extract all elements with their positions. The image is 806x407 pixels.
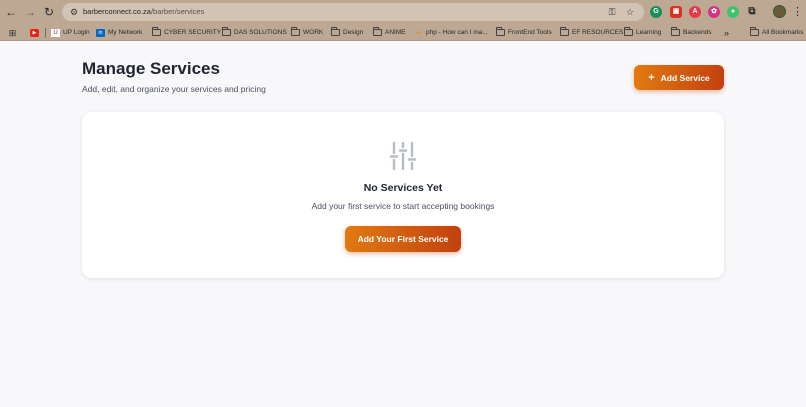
bookmark-youtube[interactable]: ▶	[30, 26, 42, 39]
plus-icon: +	[648, 71, 655, 84]
extension-pink-icon[interactable]: ✿	[708, 6, 720, 18]
folder-icon	[222, 27, 231, 36]
apps-grid-icon[interactable]: ⊞	[8, 26, 20, 39]
services-empty-card	[82, 112, 724, 278]
folder-icon	[496, 27, 505, 36]
bookmark-backends[interactable]: Backends	[671, 26, 712, 39]
bookmark-php-stackoverflow[interactable]: ≡ php - How can I ma...	[414, 26, 488, 39]
bookmark-learning[interactable]: Learning	[624, 26, 661, 39]
page-subtitle: Add, edit, and organize your services an…	[82, 84, 266, 94]
empty-state-message: Add your first service to start acceptin…	[311, 201, 495, 211]
extension-red-icon[interactable]: ▣	[670, 6, 682, 18]
up-icon: U	[51, 28, 60, 37]
extension-abp-icon[interactable]: A	[689, 6, 701, 18]
all-bookmarks-button[interactable]: All Bookmarks	[750, 26, 804, 39]
bookmark-das-solutions[interactable]: DAS SOLUTIONS	[222, 26, 287, 39]
extension-grammarly-icon[interactable]: G	[650, 6, 662, 18]
bookmark-star-icon[interactable]: ☆	[624, 6, 636, 18]
folder-icon	[671, 27, 680, 36]
address-bar[interactable]: ⚙ barberconnect.co.za/barber/services ⚿ …	[62, 3, 644, 21]
empty-state-title: No Services Yet	[363, 182, 443, 194]
bookmarks-bar: ⊞ ▶ U UP Login in My Network CYBER SECURIT…	[0, 24, 806, 41]
folder-icon	[624, 27, 633, 36]
bookmarks-overflow-button[interactable]: »	[724, 26, 729, 39]
folder-icon	[560, 27, 569, 36]
url-text[interactable]: barberconnect.co.za/barber/services	[83, 6, 204, 18]
bookmark-cyber-security[interactable]: CYBER SECURITY	[152, 26, 221, 39]
forward-icon[interactable]: →	[22, 4, 38, 20]
bookmark-up-login[interactable]: U UP Login	[51, 26, 90, 39]
folder-icon	[750, 27, 759, 36]
site-info-icon[interactable]: ⚙	[68, 6, 80, 18]
folder-icon	[152, 27, 161, 36]
browser-menu-icon[interactable]: ⋮	[792, 4, 803, 20]
folder-icon	[331, 27, 340, 36]
bookmark-design[interactable]: Design	[331, 26, 363, 39]
password-key-icon[interactable]: ⚿	[606, 6, 618, 18]
bookmark-ef-resources[interactable]: EF RESOURCES	[560, 26, 623, 39]
sliders-icon	[389, 141, 417, 171]
add-service-button[interactable]: + Add Service	[634, 65, 724, 90]
page-title: Manage Services	[82, 59, 220, 78]
reload-icon[interactable]: ↻	[41, 4, 57, 20]
extension-green-icon[interactable]: ●	[727, 6, 739, 18]
stackoverflow-icon: ≡	[416, 27, 421, 37]
profile-avatar[interactable]	[773, 5, 786, 18]
bookmark-anime[interactable]: ANIME	[373, 26, 406, 39]
bookmark-work[interactable]: WORK	[291, 26, 323, 39]
bookmark-my-network[interactable]: in My Network	[96, 26, 142, 39]
bookmarks-separator	[45, 28, 46, 38]
youtube-icon: ▶	[30, 28, 39, 37]
browser-toolbar: ← → ↻ ⚙ barberconnect.co.za/barber/servi…	[0, 0, 806, 24]
folder-icon	[373, 27, 382, 36]
back-icon[interactable]: ←	[3, 4, 19, 20]
bookmark-frontend-tools[interactable]: FrontEnd Tools	[496, 26, 552, 39]
add-service-label: Add Service	[660, 72, 710, 83]
folder-icon	[291, 27, 300, 36]
linkedin-icon: in	[96, 28, 105, 37]
extensions-puzzle-icon[interactable]: ⧉	[746, 6, 758, 18]
add-first-service-button[interactable]: Add Your First Service	[345, 226, 461, 252]
